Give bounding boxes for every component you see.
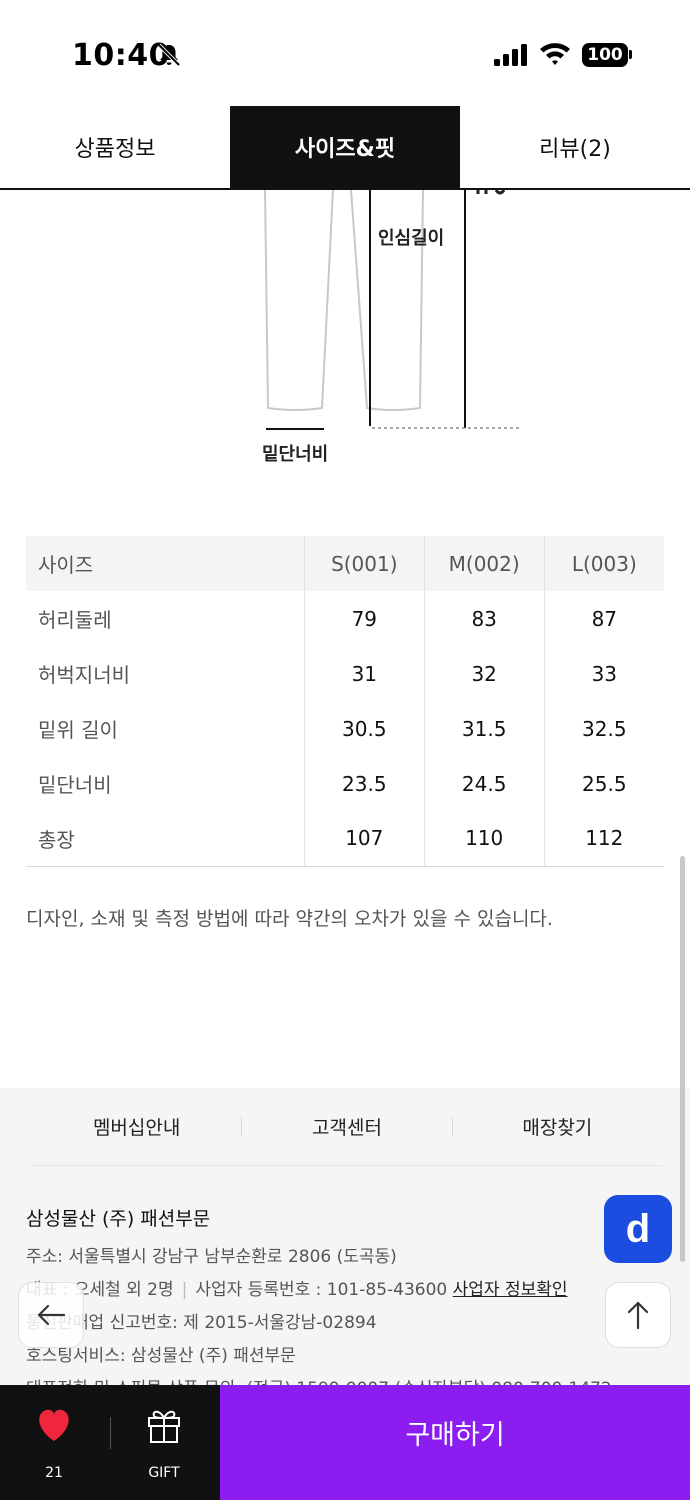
- table-cell: 83: [423, 591, 545, 646]
- pants-size-diagram: 인심길이 밑단너비: [0, 190, 690, 490]
- row-label: 허벅지너비: [38, 663, 130, 687]
- hem-width-label: 밑단너비: [262, 444, 329, 465]
- table-cell: 107: [303, 811, 425, 867]
- like-button[interactable]: 21: [22, 1405, 86, 1485]
- business-info-link[interactable]: 사업자 정보확인: [453, 1280, 568, 1300]
- pants-illustration: [264, 190, 520, 430]
- table-cell: 79: [303, 591, 425, 646]
- battery-tip: [629, 50, 632, 59]
- bottom-bar-left: 21 GIFT: [0, 1385, 220, 1500]
- table-cell: 87: [543, 591, 664, 646]
- measurement-note: 디자인, 소재 및 측정 방법에 따라 약간의 오차가 있을 수 있습니다.: [26, 908, 553, 930]
- status-bar: 10:40 100: [0, 0, 690, 106]
- cellular-signal-icon: [494, 44, 527, 66]
- row-label: 총장: [26, 811, 305, 867]
- size-column-header: 사이즈: [26, 536, 305, 591]
- gift-icon: [148, 1410, 180, 1443]
- table-row: 허리둘레 79 83 87: [26, 591, 664, 646]
- table-cell: 30.5: [303, 701, 425, 756]
- table-cell: 31.5: [423, 701, 545, 756]
- tab-product-info[interactable]: 상품정보: [0, 106, 230, 188]
- table-cell: 32.5: [543, 701, 664, 756]
- like-count: 21: [45, 1465, 63, 1481]
- bell-slash-icon: [157, 43, 181, 67]
- size-s-header: S(001): [303, 536, 425, 591]
- bottom-action-bar: 21 GIFT 구매하기: [0, 1385, 690, 1500]
- separator: |: [181, 1280, 188, 1300]
- membership-link[interactable]: 멤버십안내: [32, 1113, 241, 1140]
- size-table-header: 사이즈 S(001) M(002) L(003): [26, 536, 664, 591]
- arrow-up-icon: [627, 1301, 649, 1330]
- heart-icon: [39, 1409, 69, 1441]
- footer-links: 멤버십안내 고객센터 매장찾기: [32, 1088, 662, 1166]
- company-address: 주소: 서울특별시 강남구 남부순환로 2806 (도곡동): [26, 1247, 397, 1267]
- divider: [110, 1417, 111, 1449]
- gift-button[interactable]: GIFT: [132, 1405, 196, 1485]
- scrollbar[interactable]: [680, 856, 685, 1262]
- back-button[interactable]: [18, 1282, 84, 1348]
- table-row: 허벅지너비 31 32 33: [26, 646, 664, 701]
- table-cell: 110: [423, 811, 545, 867]
- tab-reviews[interactable]: 리뷰(2): [460, 106, 690, 188]
- tab-size-fit[interactable]: 사이즈&핏: [230, 106, 460, 188]
- row-label: 밑위 길이: [38, 718, 118, 742]
- store-finder-link[interactable]: 매장찾기: [453, 1113, 662, 1140]
- company-name: 삼성물산 (주) 패션부문: [26, 1208, 211, 1230]
- table-cell: 25.5: [543, 756, 664, 811]
- battery-indicator: 100: [582, 43, 628, 67]
- size-table: 사이즈 S(001) M(002) L(003) 허리둘레 79 83 87 허…: [26, 536, 664, 867]
- scroll-top-button[interactable]: [605, 1282, 671, 1348]
- size-m-header: M(002): [423, 536, 545, 591]
- row-label: 밑단너비: [38, 773, 112, 797]
- table-cell: 24.5: [423, 756, 545, 811]
- company-registration: 대표 : 오세철 외 2명 | 사업자 등록번호 : 101-85-43600 사업…: [26, 1275, 568, 1300]
- business-number: 사업자 등록번호 : 101-85-43600: [195, 1280, 448, 1300]
- buy-button[interactable]: 구매하기: [220, 1385, 690, 1500]
- table-cell: 23.5: [303, 756, 425, 811]
- table-cell: 33: [543, 646, 664, 701]
- customer-center-link[interactable]: 고객센터: [242, 1113, 451, 1140]
- table-cell: 31: [303, 646, 425, 701]
- d-app-button[interactable]: d: [604, 1195, 672, 1263]
- inseam-label: 인심길이: [378, 228, 445, 249]
- row-label: 허리둘레: [38, 608, 112, 632]
- footer: 멤버십안내 고객센터 매장찾기 삼성물산 (주) 패션부문 주소: 서울특별시 …: [0, 1088, 690, 1388]
- table-row: 밑위 길이 30.5 31.5 32.5: [26, 701, 664, 756]
- arrow-left-icon: [37, 1304, 66, 1326]
- product-tabs: 상품정보 사이즈&핏 리뷰(2): [0, 106, 690, 190]
- table-cell: 112: [543, 811, 664, 867]
- table-row: 밑단너비 23.5 24.5 25.5: [26, 756, 664, 811]
- table-row: 총장 107 110 112: [26, 811, 664, 867]
- table-cell: 32: [423, 646, 545, 701]
- wifi-icon: [540, 43, 570, 65]
- size-l-header: L(003): [543, 536, 664, 591]
- gift-label: GIFT: [148, 1465, 180, 1481]
